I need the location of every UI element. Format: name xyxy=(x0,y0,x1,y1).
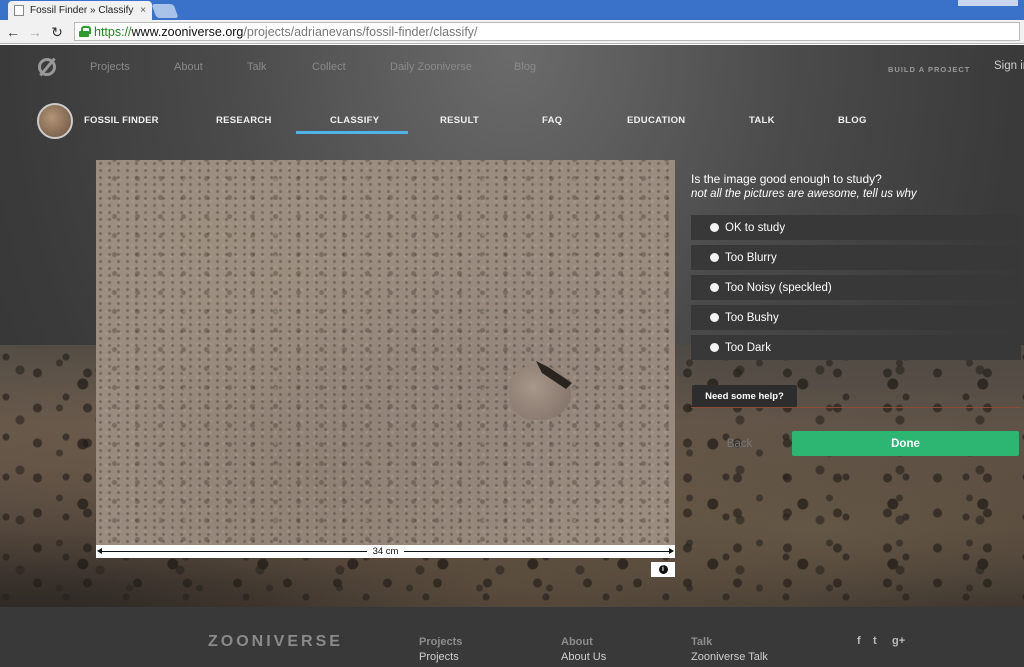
task-divider xyxy=(691,407,1021,408)
tab-blog[interactable]: BLOG xyxy=(838,115,867,126)
image-info-button[interactable]: i xyxy=(651,562,675,577)
answer-too-noisy[interactable]: Too Noisy (speckled) xyxy=(691,275,1021,300)
footer-link-zooniverse-talk[interactable]: Zooniverse Talk xyxy=(691,651,768,663)
footer-heading-about: About xyxy=(561,636,593,648)
scale-label: 34 cm xyxy=(366,545,405,558)
page: Projects About Talk Collect Daily Zooniv… xyxy=(0,45,1024,667)
google-plus-icon[interactable]: g+ xyxy=(892,635,905,647)
done-button[interactable]: Done xyxy=(792,431,1019,456)
scale-bar: 34 cm xyxy=(96,545,675,558)
build-a-project-link[interactable]: BUILD A PROJECT xyxy=(888,65,970,74)
page-favicon-icon xyxy=(14,5,24,16)
facebook-icon[interactable]: f xyxy=(857,635,861,647)
forward-arrow-icon[interactable]: → xyxy=(26,23,44,41)
answer-label: Too Dark xyxy=(725,341,772,354)
tab-classify[interactable]: CLASSIFY xyxy=(330,115,379,126)
zooniverse-logo-icon[interactable] xyxy=(38,58,56,76)
answer-label: Too Blurry xyxy=(725,251,777,264)
tab-strip: Fossil Finder » Classify — × xyxy=(0,0,1024,20)
footer-link-about-us[interactable]: About Us xyxy=(561,651,606,663)
browser-tab[interactable]: Fossil Finder » Classify — × xyxy=(8,1,152,20)
browser-chrome: Fossil Finder » Classify — × ← → ↻ https… xyxy=(0,0,1024,44)
tab-result[interactable]: RESULT xyxy=(440,115,479,126)
footer-heading-talk: Talk xyxy=(691,636,713,648)
reload-icon[interactable]: ↻ xyxy=(48,23,66,41)
radio-icon xyxy=(710,313,719,322)
nav-projects[interactable]: Projects xyxy=(90,61,130,73)
nav-about[interactable]: About xyxy=(174,61,203,73)
answer-label: Too Noisy (speckled) xyxy=(725,281,832,294)
radio-icon xyxy=(710,253,719,262)
url-path: /projects/adrianevans/fossil-finder/clas… xyxy=(243,24,478,39)
close-tab-icon[interactable]: × xyxy=(140,5,146,16)
zooniverse-top-nav: Projects About Talk Collect Daily Zooniv… xyxy=(0,45,1024,90)
address-bar[interactable]: https:// www.zooniverse.org /projects/ad… xyxy=(74,22,1020,41)
project-name[interactable]: FOSSIL FINDER xyxy=(84,115,159,126)
info-icon: i xyxy=(658,565,668,574)
back-arrow-icon[interactable]: ← xyxy=(4,23,22,41)
nav-blog[interactable]: Blog xyxy=(514,61,536,73)
radio-icon xyxy=(710,223,719,232)
secure-lock-icon xyxy=(79,26,91,37)
answer-ok-to-study[interactable]: OK to study xyxy=(691,215,1021,240)
answer-label: OK to study xyxy=(725,221,786,234)
url-host: www.zooniverse.org xyxy=(131,24,244,39)
answer-label: Too Bushy xyxy=(725,311,779,324)
url-scheme: https:// xyxy=(94,24,132,39)
tab-title: Fossil Finder » Classify — xyxy=(30,5,137,16)
answer-too-blurry[interactable]: Too Blurry xyxy=(691,245,1021,270)
nav-daily-zooniverse[interactable]: Daily Zooniverse xyxy=(390,61,472,73)
subject-image[interactable] xyxy=(96,160,675,545)
nav-collect[interactable]: Collect xyxy=(312,61,346,73)
footer-heading-projects: Projects xyxy=(419,636,463,648)
need-help-button[interactable]: Need some help? xyxy=(692,385,797,408)
tab-research[interactable]: RESEARCH xyxy=(216,115,272,126)
footer-link-projects[interactable]: Projects xyxy=(419,651,459,663)
tab-education[interactable]: EDUCATION xyxy=(627,115,685,126)
twitter-icon[interactable]: t xyxy=(873,635,877,647)
project-avatar[interactable] xyxy=(37,103,73,139)
tab-talk[interactable]: TALK xyxy=(749,115,775,126)
nav-talk[interactable]: Talk xyxy=(247,61,267,73)
answer-too-bushy[interactable]: Too Bushy xyxy=(691,305,1021,330)
new-tab-button[interactable] xyxy=(151,4,179,18)
active-tab-indicator xyxy=(296,131,408,134)
task-question: Is the image good enough to study? xyxy=(691,172,882,186)
window-controls[interactable] xyxy=(958,0,1018,6)
radio-icon xyxy=(710,343,719,352)
footer: ZOONIVERSE Projects Projects About About… xyxy=(0,607,1024,667)
tab-faq[interactable]: FAQ xyxy=(542,115,562,126)
footer-logo[interactable]: ZOONIVERSE xyxy=(208,633,343,651)
radio-icon xyxy=(710,283,719,292)
task-help-text: not all the pictures are awesome, tell u… xyxy=(691,188,917,200)
rock xyxy=(509,365,571,420)
back-button[interactable]: Back xyxy=(691,431,788,456)
answer-too-dark[interactable]: Too Dark xyxy=(691,335,1021,360)
sign-in-link[interactable]: Sign in xyxy=(994,60,1024,72)
